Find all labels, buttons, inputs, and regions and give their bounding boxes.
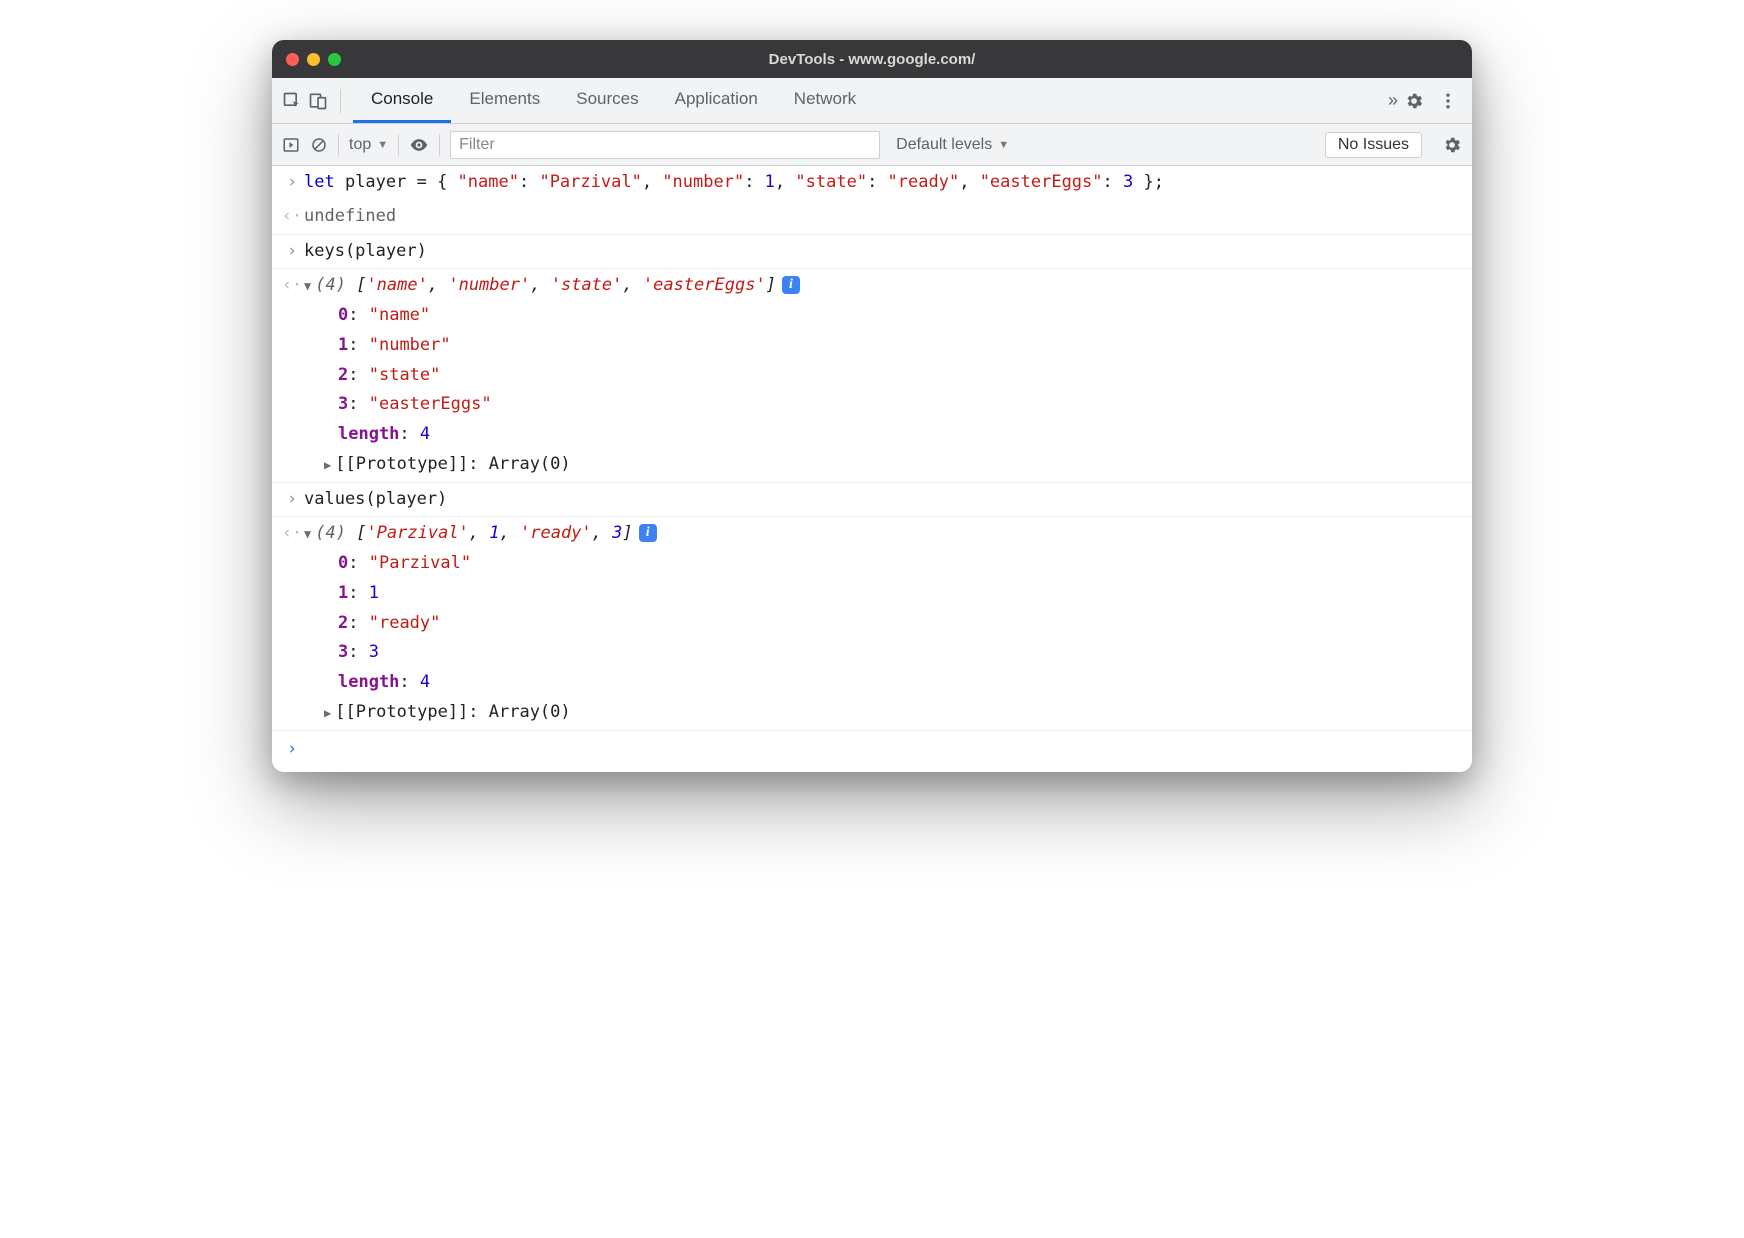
console-result-row: ‹·(4) ['Parzival', 1, 'ready', 3]i0: "Pa…	[272, 517, 1472, 730]
console-toolbar: top ▼ Default levels ▼ No Issues	[272, 124, 1472, 166]
array-prototype[interactable]: [[Prototype]]: Array(0)	[304, 698, 1466, 728]
tab-elements[interactable]: Elements	[451, 78, 558, 123]
settings-icon[interactable]	[1404, 91, 1424, 111]
close-window-button[interactable]	[286, 53, 299, 66]
tab-console[interactable]: Console	[353, 78, 451, 123]
panel-tabs: ConsoleElementsSourcesApplicationNetwork	[353, 78, 1382, 123]
console-result-row: ‹·(4) ['name', 'number', 'state', 'easte…	[272, 269, 1472, 482]
expand-arrow-icon[interactable]	[304, 519, 311, 549]
info-icon[interactable]: i	[639, 524, 657, 542]
array-entry[interactable]: 0: "Parzival"	[304, 549, 1466, 579]
minimize-window-button[interactable]	[307, 53, 320, 66]
array-entry[interactable]: 2: "state"	[304, 361, 1466, 391]
array-entry[interactable]: 2: "ready"	[304, 609, 1466, 639]
chevron-down-icon: ▼	[998, 139, 1009, 151]
live-expression-icon[interactable]	[409, 135, 429, 155]
clear-console-icon[interactable]	[310, 136, 328, 154]
console-result-row: ‹·undefined	[272, 200, 1472, 235]
maximize-window-button[interactable]	[328, 53, 341, 66]
divider	[439, 134, 440, 156]
array-entry[interactable]: 3: 3	[304, 638, 1466, 668]
log-levels-selector[interactable]: Default levels ▼	[896, 136, 1009, 154]
traffic-lights	[286, 53, 341, 66]
array-entry[interactable]: 1: 1	[304, 579, 1466, 609]
context-label: top	[349, 136, 371, 154]
array-entry[interactable]: 0: "name"	[304, 301, 1466, 331]
titlebar: DevTools - www.google.com/	[272, 40, 1472, 78]
array-length: length: 4	[304, 668, 1466, 698]
main-tabbar: ConsoleElementsSourcesApplicationNetwork…	[272, 78, 1472, 124]
console-input-row: ›values(player)	[272, 483, 1472, 518]
sidebar-toggle-icon[interactable]	[282, 136, 300, 154]
window-title: DevTools - www.google.com/	[272, 51, 1472, 68]
console-input-row: ›let player = { "name": "Parzival", "num…	[272, 166, 1472, 200]
console-input-row: ›keys(player)	[272, 235, 1472, 270]
array-length: length: 4	[304, 420, 1466, 450]
expand-arrow-icon[interactable]	[324, 698, 331, 728]
log-levels-label: Default levels	[896, 136, 992, 154]
console-output: ›let player = { "name": "Parzival", "num…	[272, 166, 1472, 772]
info-icon[interactable]: i	[782, 276, 800, 294]
inspect-icon[interactable]	[282, 91, 302, 111]
expand-arrow-icon[interactable]	[304, 271, 311, 301]
array-entry[interactable]: 3: "easterEggs"	[304, 390, 1466, 420]
more-tabs-icon[interactable]: »	[1388, 90, 1398, 111]
device-toggle-icon[interactable]	[308, 91, 328, 111]
context-selector[interactable]: top ▼	[349, 136, 388, 154]
array-summary[interactable]: (4) ['name', 'number', 'state', 'easterE…	[304, 271, 1466, 301]
tabbar-right	[1404, 91, 1462, 111]
console-settings-icon[interactable]	[1442, 135, 1462, 155]
issues-button[interactable]: No Issues	[1325, 132, 1422, 158]
divider	[338, 134, 339, 156]
tab-network[interactable]: Network	[776, 78, 874, 123]
devtools-window: DevTools - www.google.com/ ConsoleElemen…	[272, 40, 1472, 772]
filter-input[interactable]	[450, 131, 880, 159]
tab-sources[interactable]: Sources	[558, 78, 656, 123]
chevron-down-icon: ▼	[377, 139, 388, 151]
array-prototype[interactable]: [[Prototype]]: Array(0)	[304, 450, 1466, 480]
divider	[340, 89, 341, 113]
array-summary[interactable]: (4) ['Parzival', 1, 'ready', 3]i	[304, 519, 1466, 549]
console-prompt[interactable]: ›	[272, 731, 1472, 773]
tab-application[interactable]: Application	[657, 78, 776, 123]
kebab-menu-icon[interactable]	[1438, 91, 1458, 111]
divider	[398, 134, 399, 156]
array-entry[interactable]: 1: "number"	[304, 331, 1466, 361]
expand-arrow-icon[interactable]	[324, 450, 331, 480]
